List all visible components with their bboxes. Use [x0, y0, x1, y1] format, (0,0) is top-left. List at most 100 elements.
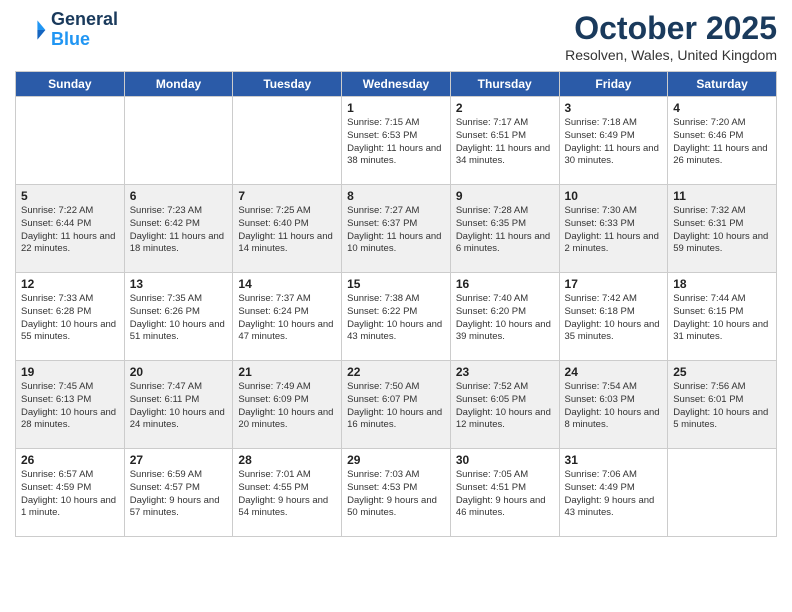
calendar-table: Sunday Monday Tuesday Wednesday Thursday… [15, 71, 777, 537]
calendar-cell: 14 Sunrise: 7:37 AM Sunset: 6:24 PM Dayli… [233, 273, 342, 361]
calendar-cell [124, 97, 233, 185]
calendar-cell: 29 Sunrise: 7:03 AM Sunset: 4:53 PM Dayli… [342, 449, 451, 537]
cell-content: Sunrise: 7:22 AM Sunset: 6:44 PM Dayligh… [21, 205, 119, 256]
cell-content: Sunrise: 6:57 AM Sunset: 4:59 PM Dayligh… [21, 469, 119, 520]
cell-content: Sunrise: 7:40 AM Sunset: 6:20 PM Dayligh… [456, 293, 554, 344]
calendar-cell [668, 449, 777, 537]
cell-content: Sunrise: 7:56 AM Sunset: 6:01 PM Dayligh… [673, 381, 771, 432]
cell-content: Sunrise: 7:54 AM Sunset: 6:03 PM Dayligh… [565, 381, 663, 432]
day-number: 31 [565, 453, 663, 467]
day-number: 29 [347, 453, 445, 467]
logo-icon [15, 14, 47, 46]
calendar-cell: 20 Sunrise: 7:47 AM Sunset: 6:11 PM Dayli… [124, 361, 233, 449]
page-container: General Blue October 2025 Resolven, Wale… [0, 0, 792, 547]
day-number: 8 [347, 189, 445, 203]
day-number: 14 [238, 277, 336, 291]
day-number: 4 [673, 101, 771, 115]
cell-content: Sunrise: 7:37 AM Sunset: 6:24 PM Dayligh… [238, 293, 336, 344]
cell-content: Sunrise: 7:01 AM Sunset: 4:55 PM Dayligh… [238, 469, 336, 520]
day-number: 18 [673, 277, 771, 291]
calendar-cell: 23 Sunrise: 7:52 AM Sunset: 6:05 PM Dayli… [450, 361, 559, 449]
calendar-cell [16, 97, 125, 185]
day-number: 24 [565, 365, 663, 379]
day-number: 1 [347, 101, 445, 115]
col-saturday: Saturday [668, 72, 777, 97]
cell-content: Sunrise: 7:32 AM Sunset: 6:31 PM Dayligh… [673, 205, 771, 256]
calendar-cell: 30 Sunrise: 7:05 AM Sunset: 4:51 PM Dayli… [450, 449, 559, 537]
day-number: 9 [456, 189, 554, 203]
cell-content: Sunrise: 7:30 AM Sunset: 6:33 PM Dayligh… [565, 205, 663, 256]
calendar-cell [233, 97, 342, 185]
cell-content: Sunrise: 7:42 AM Sunset: 6:18 PM Dayligh… [565, 293, 663, 344]
month-title: October 2025 [565, 10, 777, 47]
calendar-cell: 24 Sunrise: 7:54 AM Sunset: 6:03 PM Dayli… [559, 361, 668, 449]
cell-content: Sunrise: 7:44 AM Sunset: 6:15 PM Dayligh… [673, 293, 771, 344]
day-number: 15 [347, 277, 445, 291]
cell-content: Sunrise: 7:47 AM Sunset: 6:11 PM Dayligh… [130, 381, 228, 432]
cell-content: Sunrise: 7:27 AM Sunset: 6:37 PM Dayligh… [347, 205, 445, 256]
cell-content: Sunrise: 7:06 AM Sunset: 4:49 PM Dayligh… [565, 469, 663, 520]
calendar-cell: 10 Sunrise: 7:30 AM Sunset: 6:33 PM Dayli… [559, 185, 668, 273]
cell-content: Sunrise: 7:17 AM Sunset: 6:51 PM Dayligh… [456, 117, 554, 168]
cell-content: Sunrise: 7:49 AM Sunset: 6:09 PM Dayligh… [238, 381, 336, 432]
header-row: Sunday Monday Tuesday Wednesday Thursday… [16, 72, 777, 97]
location: Resolven, Wales, United Kingdom [565, 47, 777, 63]
day-number: 20 [130, 365, 228, 379]
day-number: 2 [456, 101, 554, 115]
calendar-cell: 5Sunrise: 7:22 AM Sunset: 6:44 PM Daylig… [16, 185, 125, 273]
cell-content: Sunrise: 7:05 AM Sunset: 4:51 PM Dayligh… [456, 469, 554, 520]
calendar-cell: 11 Sunrise: 7:32 AM Sunset: 6:31 PM Dayli… [668, 185, 777, 273]
calendar-cell: 25 Sunrise: 7:56 AM Sunset: 6:01 PM Dayli… [668, 361, 777, 449]
calendar-cell: 4Sunrise: 7:20 AM Sunset: 6:46 PM Daylig… [668, 97, 777, 185]
calendar-cell: 6 Sunrise: 7:23 AM Sunset: 6:42 PM Daylig… [124, 185, 233, 273]
cell-content: Sunrise: 7:45 AM Sunset: 6:13 PM Dayligh… [21, 381, 119, 432]
calendar-cell: 17 Sunrise: 7:42 AM Sunset: 6:18 PM Dayli… [559, 273, 668, 361]
col-thursday: Thursday [450, 72, 559, 97]
col-sunday: Sunday [16, 72, 125, 97]
logo-text: General Blue [51, 10, 118, 50]
day-number: 23 [456, 365, 554, 379]
cell-content: Sunrise: 7:38 AM Sunset: 6:22 PM Dayligh… [347, 293, 445, 344]
col-tuesday: Tuesday [233, 72, 342, 97]
cell-content: Sunrise: 7:33 AM Sunset: 6:28 PM Dayligh… [21, 293, 119, 344]
week-row-1: 1 Sunrise: 7:15 AM Sunset: 6:53 PM Daylig… [16, 97, 777, 185]
calendar-cell: 27Sunrise: 6:59 AM Sunset: 4:57 PM Dayli… [124, 449, 233, 537]
day-number: 6 [130, 189, 228, 203]
title-block: October 2025 Resolven, Wales, United Kin… [565, 10, 777, 63]
col-friday: Friday [559, 72, 668, 97]
cell-content: Sunrise: 7:23 AM Sunset: 6:42 PM Dayligh… [130, 205, 228, 256]
calendar-cell: 2 Sunrise: 7:17 AM Sunset: 6:51 PM Daylig… [450, 97, 559, 185]
day-number: 21 [238, 365, 336, 379]
calendar-cell: 18 Sunrise: 7:44 AM Sunset: 6:15 PM Dayli… [668, 273, 777, 361]
cell-content: Sunrise: 7:28 AM Sunset: 6:35 PM Dayligh… [456, 205, 554, 256]
calendar-cell: 13 Sunrise: 7:35 AM Sunset: 6:26 PM Dayli… [124, 273, 233, 361]
col-monday: Monday [124, 72, 233, 97]
calendar-cell: 9 Sunrise: 7:28 AM Sunset: 6:35 PM Daylig… [450, 185, 559, 273]
calendar-cell: 7Sunrise: 7:25 AM Sunset: 6:40 PM Daylig… [233, 185, 342, 273]
day-number: 22 [347, 365, 445, 379]
day-number: 13 [130, 277, 228, 291]
logo-blue: Blue [51, 29, 90, 49]
day-number: 25 [673, 365, 771, 379]
calendar-cell: 16Sunrise: 7:40 AM Sunset: 6:20 PM Dayli… [450, 273, 559, 361]
day-number: 11 [673, 189, 771, 203]
logo: General Blue [15, 10, 118, 50]
day-number: 12 [21, 277, 119, 291]
cell-content: Sunrise: 6:59 AM Sunset: 4:57 PM Dayligh… [130, 469, 228, 520]
day-number: 3 [565, 101, 663, 115]
calendar-cell: 19Sunrise: 7:45 AM Sunset: 6:13 PM Dayli… [16, 361, 125, 449]
calendar-cell: 22Sunrise: 7:50 AM Sunset: 6:07 PM Dayli… [342, 361, 451, 449]
calendar-cell: 28Sunrise: 7:01 AM Sunset: 4:55 PM Dayli… [233, 449, 342, 537]
cell-content: Sunrise: 7:03 AM Sunset: 4:53 PM Dayligh… [347, 469, 445, 520]
cell-content: Sunrise: 7:52 AM Sunset: 6:05 PM Dayligh… [456, 381, 554, 432]
cell-content: Sunrise: 7:18 AM Sunset: 6:49 PM Dayligh… [565, 117, 663, 168]
week-row-4: 19Sunrise: 7:45 AM Sunset: 6:13 PM Dayli… [16, 361, 777, 449]
logo-general: General [51, 9, 118, 29]
cell-content: Sunrise: 7:15 AM Sunset: 6:53 PM Dayligh… [347, 117, 445, 168]
calendar-cell: 8 Sunrise: 7:27 AM Sunset: 6:37 PM Daylig… [342, 185, 451, 273]
week-row-2: 5Sunrise: 7:22 AM Sunset: 6:44 PM Daylig… [16, 185, 777, 273]
cell-content: Sunrise: 7:35 AM Sunset: 6:26 PM Dayligh… [130, 293, 228, 344]
day-number: 17 [565, 277, 663, 291]
day-number: 10 [565, 189, 663, 203]
day-number: 30 [456, 453, 554, 467]
